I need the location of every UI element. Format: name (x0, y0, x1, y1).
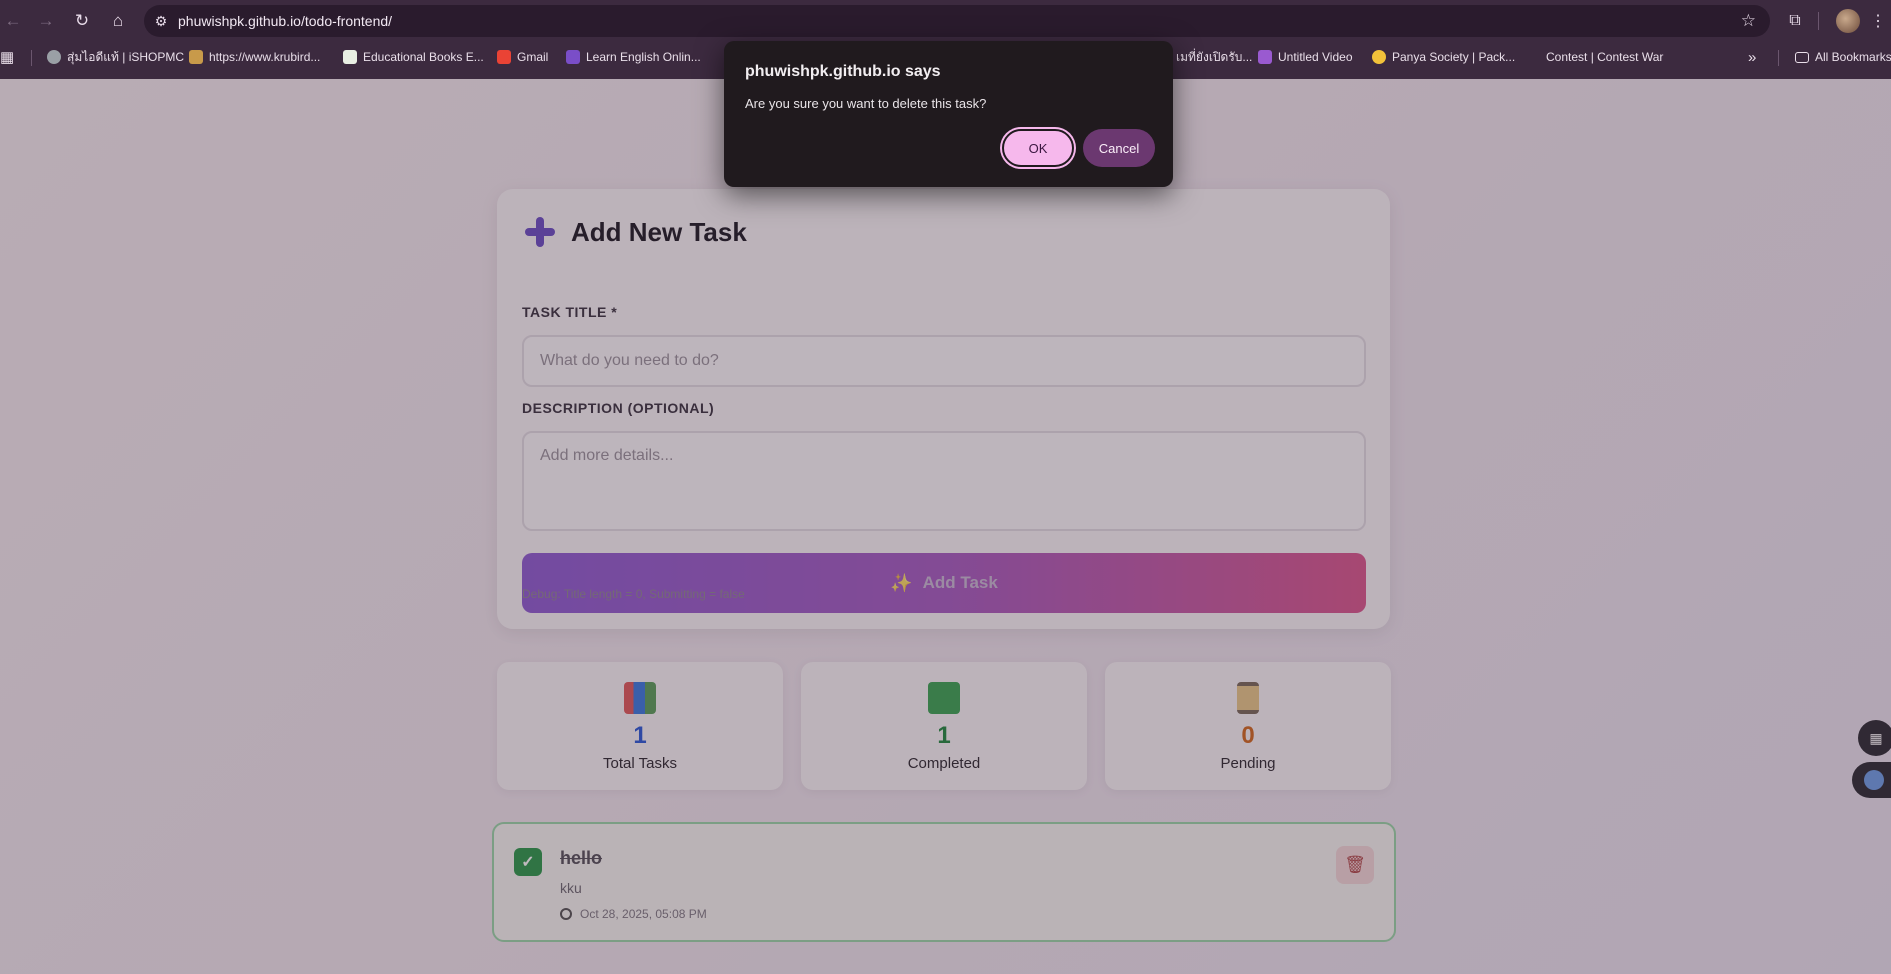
bookmarks-divider (1778, 50, 1779, 66)
video-icon (1258, 50, 1272, 64)
browser-menu-icon[interactable]: ⋮ (1868, 8, 1888, 34)
bookmark-label: Educational Books E... (363, 50, 484, 64)
bookmark-label: https://www.krubird... (209, 50, 321, 64)
bookmark-label: Gmail (517, 50, 549, 64)
confirm-dialog: phuwishpk.github.io says Are you sure yo… (724, 41, 1173, 187)
dialog-title: phuwishpk.github.io says (745, 63, 941, 80)
bookmark-favicon (566, 50, 580, 64)
bookmark-item[interactable]: Panya Society | Pack... (1372, 45, 1515, 69)
bookmark-label: สุ่มไอดีแท้ | iSHOPMC (67, 49, 185, 64)
bookmark-item[interactable]: Learn English Onlin... (566, 45, 701, 69)
lightbulb-icon (1372, 50, 1386, 64)
bookmark-favicon (189, 50, 203, 64)
browser-toolbar: ← → ↻ ⌂ ⚙ phuwishpk.github.io/todo-front… (0, 0, 1891, 42)
bookmark-item[interactable]: เมที่ยังเปิดรับ... (1176, 45, 1252, 69)
bookmark-label: Panya Society | Pack... (1392, 50, 1516, 64)
bookmark-item[interactable]: Contest | Contest War (1546, 45, 1663, 69)
bookmarks-divider (31, 50, 32, 66)
home-icon[interactable]: ⌂ (105, 8, 131, 34)
ok-button[interactable]: OK (1002, 129, 1074, 167)
dialog-message: Are you sure you want to delete this tas… (745, 96, 987, 111)
reload-icon[interactable]: ↻ (69, 8, 95, 34)
bookmark-item[interactable]: Gmail (497, 45, 548, 69)
url-text[interactable]: phuwishpk.github.io/todo-frontend/ (178, 13, 392, 29)
forward-icon[interactable]: → (33, 8, 59, 34)
bookmark-label: เมที่ยังเปิดรับ... (1176, 49, 1253, 64)
bookmark-star-icon[interactable]: ☆ (1741, 11, 1756, 31)
bookmark-item[interactable]: Educational Books E... (343, 45, 484, 69)
profile-avatar[interactable] (1836, 9, 1860, 33)
cancel-button[interactable]: Cancel (1083, 129, 1155, 167)
bookmark-label: Untitled Video (1278, 50, 1353, 64)
toolbar-divider (1818, 12, 1819, 30)
folder-icon (1795, 51, 1809, 63)
site-settings-icon[interactable]: ⚙ (144, 5, 178, 37)
bookmark-item[interactable]: สุ่มไอดีแท้ | iSHOPMC (47, 45, 184, 69)
bookmark-label: All Bookmarks (1815, 50, 1891, 64)
bookmark-item[interactable]: Untitled Video (1258, 45, 1353, 69)
all-bookmarks-button[interactable]: All Bookmarks (1795, 45, 1891, 69)
extensions-icon[interactable]: ⧉ (1782, 8, 1808, 34)
bookmark-label: Contest | Contest War (1546, 50, 1664, 64)
more-bookmarks-icon[interactable]: » (1748, 45, 1756, 69)
bookmark-favicon (343, 50, 357, 64)
globe-icon (47, 50, 61, 64)
bookmark-label: Learn English Onlin... (586, 50, 701, 64)
gmail-icon (497, 50, 511, 64)
back-icon[interactable]: ← (0, 8, 26, 34)
bookmark-item[interactable]: https://www.krubird... (189, 45, 320, 69)
address-bar[interactable]: ⚙ phuwishpk.github.io/todo-frontend/ ☆ (144, 5, 1770, 37)
modal-backdrop (0, 79, 1891, 974)
apps-grid-icon[interactable]: ▦ (0, 45, 14, 69)
